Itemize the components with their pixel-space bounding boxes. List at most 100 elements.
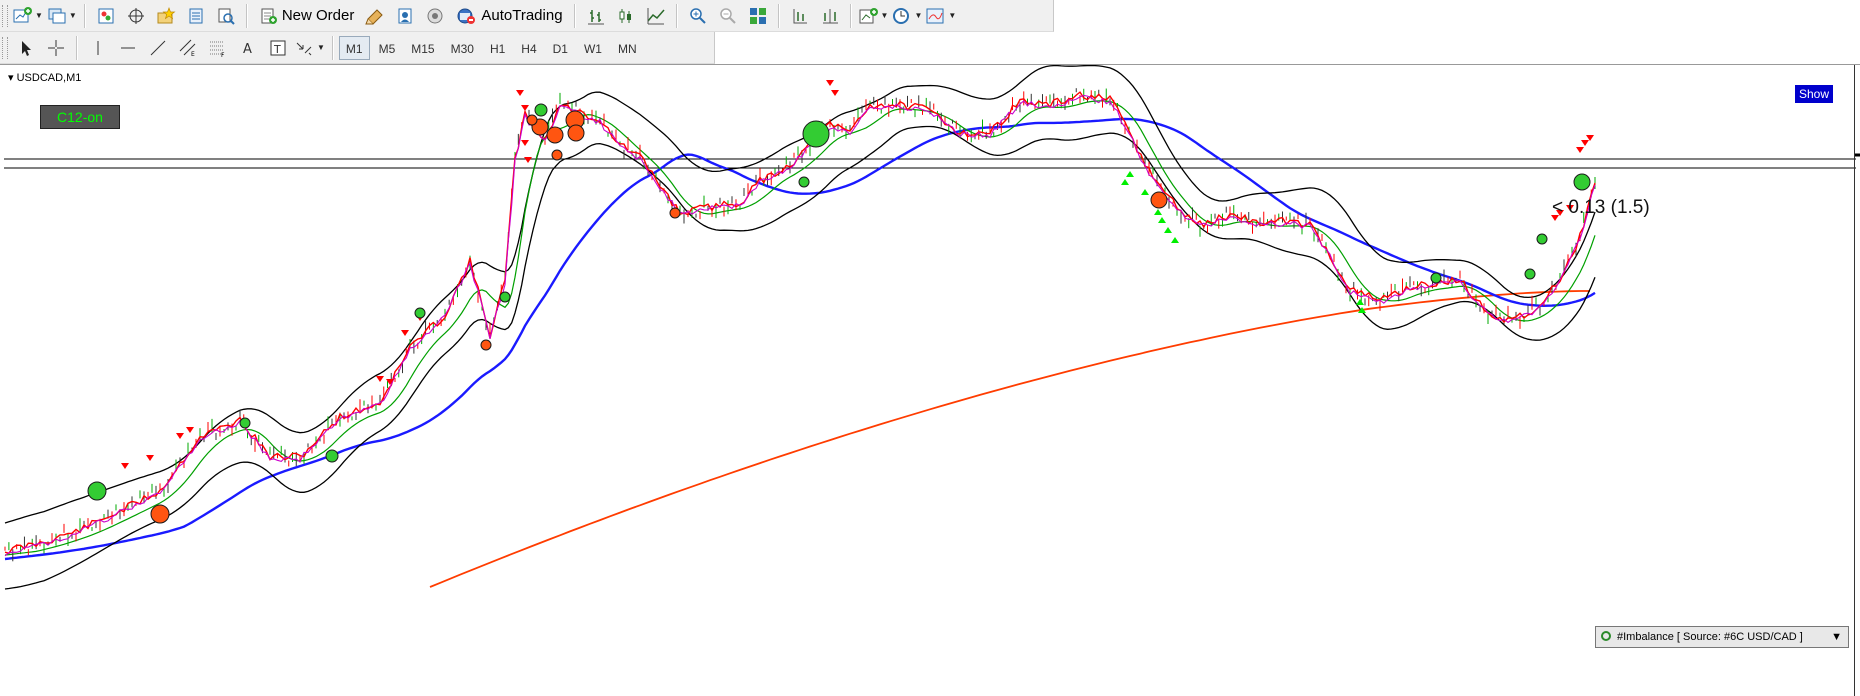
svg-text:F: F [221, 52, 225, 57]
autotrading-button[interactable]: AutoTrading [452, 3, 566, 29]
sell-arrow-icon [176, 433, 184, 439]
toolbar-grip[interactable] [2, 36, 8, 59]
sell-signal-dot [567, 124, 585, 142]
candlesticks-icon[interactable] [613, 3, 639, 29]
metaeditor-icon[interactable] [362, 3, 388, 29]
buy-arrow-icon [1158, 217, 1166, 223]
trendline-icon[interactable] [145, 35, 171, 61]
buy-arrow-icon [1154, 209, 1162, 215]
buy-signal-dot [414, 307, 426, 319]
new-chart-icon[interactable]: ▼ [13, 3, 43, 29]
market-watch-icon[interactable] [93, 3, 119, 29]
fibonacci-icon[interactable]: F [205, 35, 231, 61]
main-toolbar: ▼ ▼ New Order AutoTrading ▼ ▼ ▼ [0, 0, 1054, 32]
profiles-icon[interactable]: ▼ [47, 3, 77, 29]
new-order-button[interactable]: New Order [255, 3, 359, 29]
horizontal-line-icon[interactable] [115, 35, 141, 61]
market-icon[interactable] [422, 3, 448, 29]
timeframe-h4[interactable]: H4 [514, 36, 543, 60]
chevron-down-icon[interactable]: ▼ [1831, 627, 1842, 647]
equidistant-channel-icon[interactable]: E [175, 35, 201, 61]
new-order-label: New Order [281, 7, 355, 24]
bollinger-lower [4, 125, 1596, 590]
text-icon[interactable]: A [235, 35, 261, 61]
terminal-icon[interactable] [213, 3, 239, 29]
toolbar-separator [675, 3, 678, 28]
svg-text:A: A [243, 42, 252, 57]
chart-shift-icon[interactable] [787, 3, 813, 29]
buy-arrow-icon [1126, 171, 1134, 177]
line-chart-icon[interactable] [643, 3, 669, 29]
imbalance-panel[interactable]: #Imbalance [ Source: #6C USD/CAD ] ▼ [1595, 626, 1849, 648]
chevron-down-icon[interactable]: ▼ [948, 11, 956, 20]
chevron-down-icon[interactable]: ▼ [914, 11, 922, 20]
vertical-line-icon[interactable] [85, 35, 111, 61]
timeframe-m15[interactable]: M15 [404, 36, 441, 60]
cursor-icon[interactable] [13, 35, 39, 61]
toolbar-separator [83, 3, 86, 28]
timeframe-mn[interactable]: MN [611, 36, 644, 60]
timeframe-d1[interactable]: D1 [546, 36, 575, 60]
ma-fast-green-line [4, 100, 1596, 556]
timeframe-m5[interactable]: M5 [372, 36, 403, 60]
buy-signal-dot [798, 176, 810, 188]
crosshair-icon[interactable] [43, 35, 69, 61]
zoom-in-icon[interactable] [685, 3, 711, 29]
data-window-icon[interactable] [183, 3, 209, 29]
buy-signal-dot [239, 417, 251, 429]
timeframe-h1[interactable]: H1 [483, 36, 512, 60]
svg-text:T: T [273, 43, 281, 56]
toolbar-separator [777, 3, 780, 28]
chart-window[interactable]: ▾ USDCAD,M1 C12-on Show < 0.13 (1.5) #Im… [0, 64, 1860, 696]
autoscroll-icon[interactable] [817, 3, 843, 29]
indicator-status-icon [1601, 631, 1611, 641]
buy-arrow-icon [1356, 299, 1364, 305]
sell-arrow-icon [826, 80, 834, 86]
ea-toggle-button[interactable]: C12-on [40, 105, 120, 129]
sell-signal-dot [546, 126, 564, 144]
autotrading-icon [457, 8, 476, 24]
favorites-icon[interactable] [153, 3, 179, 29]
buy-signal-dot [499, 291, 511, 303]
sell-arrow-icon [521, 105, 529, 111]
sell-arrow-icon [146, 455, 154, 461]
chevron-down-icon[interactable]: ▼ [69, 11, 77, 20]
timeframe-group: M1 M5 M15 M30 H1 H4 D1 W1 MN [338, 35, 644, 60]
indicators-icon[interactable]: ▼ [859, 3, 889, 29]
toolbar-separator [573, 3, 576, 28]
templates-icon[interactable]: ▼ [926, 3, 956, 29]
timeframe-m1[interactable]: M1 [338, 35, 370, 60]
buy-signal-dot [1573, 173, 1591, 191]
buy-signal-dot [1524, 268, 1536, 280]
tile-windows-icon[interactable] [745, 3, 771, 29]
signals-icon[interactable] [392, 3, 418, 29]
timeframe-m30[interactable]: M30 [444, 36, 481, 60]
buy-signal-dot [87, 481, 107, 501]
show-button[interactable]: Show [1795, 85, 1833, 103]
navigator-icon[interactable] [123, 3, 149, 29]
autotrading-label: AutoTrading [481, 7, 563, 24]
collapse-triangle-icon[interactable]: ▾ [8, 72, 14, 84]
toolbar-separator [245, 3, 248, 28]
sell-arrow-icon [524, 157, 532, 163]
text-label-icon[interactable]: T [265, 35, 291, 61]
sell-arrow-icon [521, 140, 529, 146]
price-chart[interactable] [0, 65, 1860, 696]
arrows-icon[interactable]: ▼ [295, 35, 325, 61]
periods-icon[interactable]: ▼ [892, 3, 922, 29]
buy-signal-dot [325, 449, 339, 463]
toolbar-separator [849, 3, 852, 28]
timeframe-w1[interactable]: W1 [577, 36, 609, 60]
sell-signal-dot [669, 207, 681, 219]
toolbar-grip[interactable] [2, 4, 8, 27]
buy-signal-dot [1430, 272, 1442, 284]
chevron-down-icon[interactable]: ▼ [881, 11, 889, 20]
buy-arrow-icon [1164, 227, 1172, 233]
price-scale[interactable] [1854, 65, 1860, 696]
chevron-down-icon[interactable]: ▼ [35, 11, 43, 20]
bar-chart-icon[interactable] [583, 3, 609, 29]
zoom-out-icon[interactable] [715, 3, 741, 29]
buy-signal-dot [1536, 233, 1548, 245]
chevron-down-icon[interactable]: ▼ [317, 43, 325, 52]
sell-signal-dot [551, 149, 563, 161]
